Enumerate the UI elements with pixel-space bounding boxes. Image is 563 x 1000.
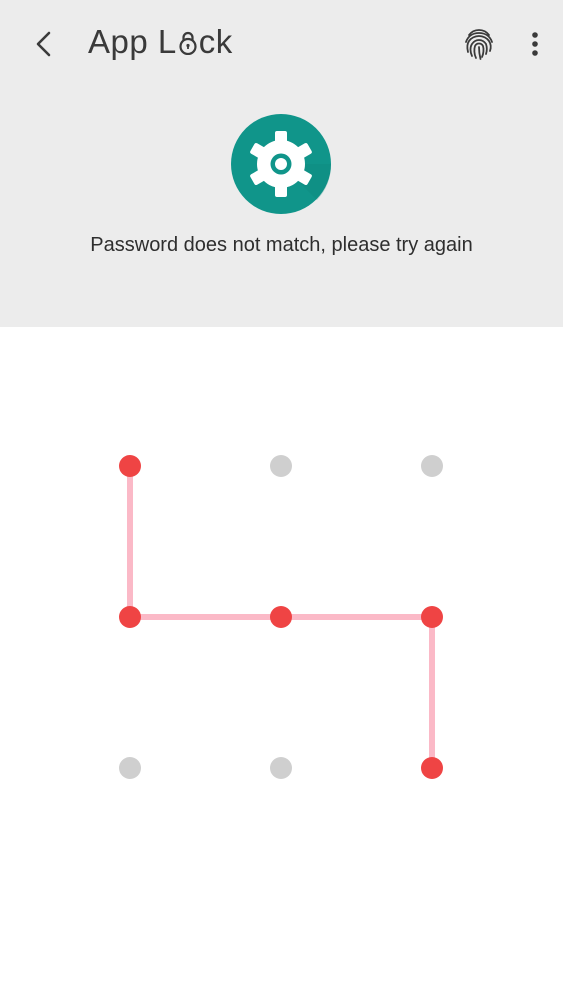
pattern-dot-6[interactable]	[119, 757, 141, 779]
back-button[interactable]	[24, 22, 64, 66]
status-message: Password does not match, please try agai…	[90, 234, 473, 256]
pattern-dot-8[interactable]	[421, 757, 443, 779]
more-vert-icon	[532, 32, 538, 56]
pattern-dot-1[interactable]	[270, 455, 292, 477]
chevron-left-icon	[36, 31, 51, 57]
fingerprint-button[interactable]	[460, 24, 498, 64]
more-options-button[interactable]	[518, 24, 552, 64]
pattern-grid[interactable]	[0, 327, 563, 1000]
pattern-dot-2[interactable]	[421, 455, 443, 477]
title-suffix: ck	[198, 23, 233, 60]
lock-icon	[178, 22, 198, 56]
pattern-dot-0[interactable]	[119, 455, 141, 477]
page-title: App L ck	[88, 20, 233, 64]
pattern-dot-4[interactable]	[270, 606, 292, 628]
pattern-lock-area[interactable]	[0, 327, 563, 1000]
title-prefix: App L	[88, 23, 177, 60]
app-icon	[231, 114, 332, 214]
fingerprint-icon	[465, 29, 493, 60]
settings-gear-icon	[231, 114, 332, 214]
pattern-dot-5[interactable]	[421, 606, 443, 628]
pattern-dot-3[interactable]	[119, 606, 141, 628]
header-area: App L ck Password does not match, please…	[0, 0, 563, 327]
pattern-dot-7[interactable]	[270, 757, 292, 779]
